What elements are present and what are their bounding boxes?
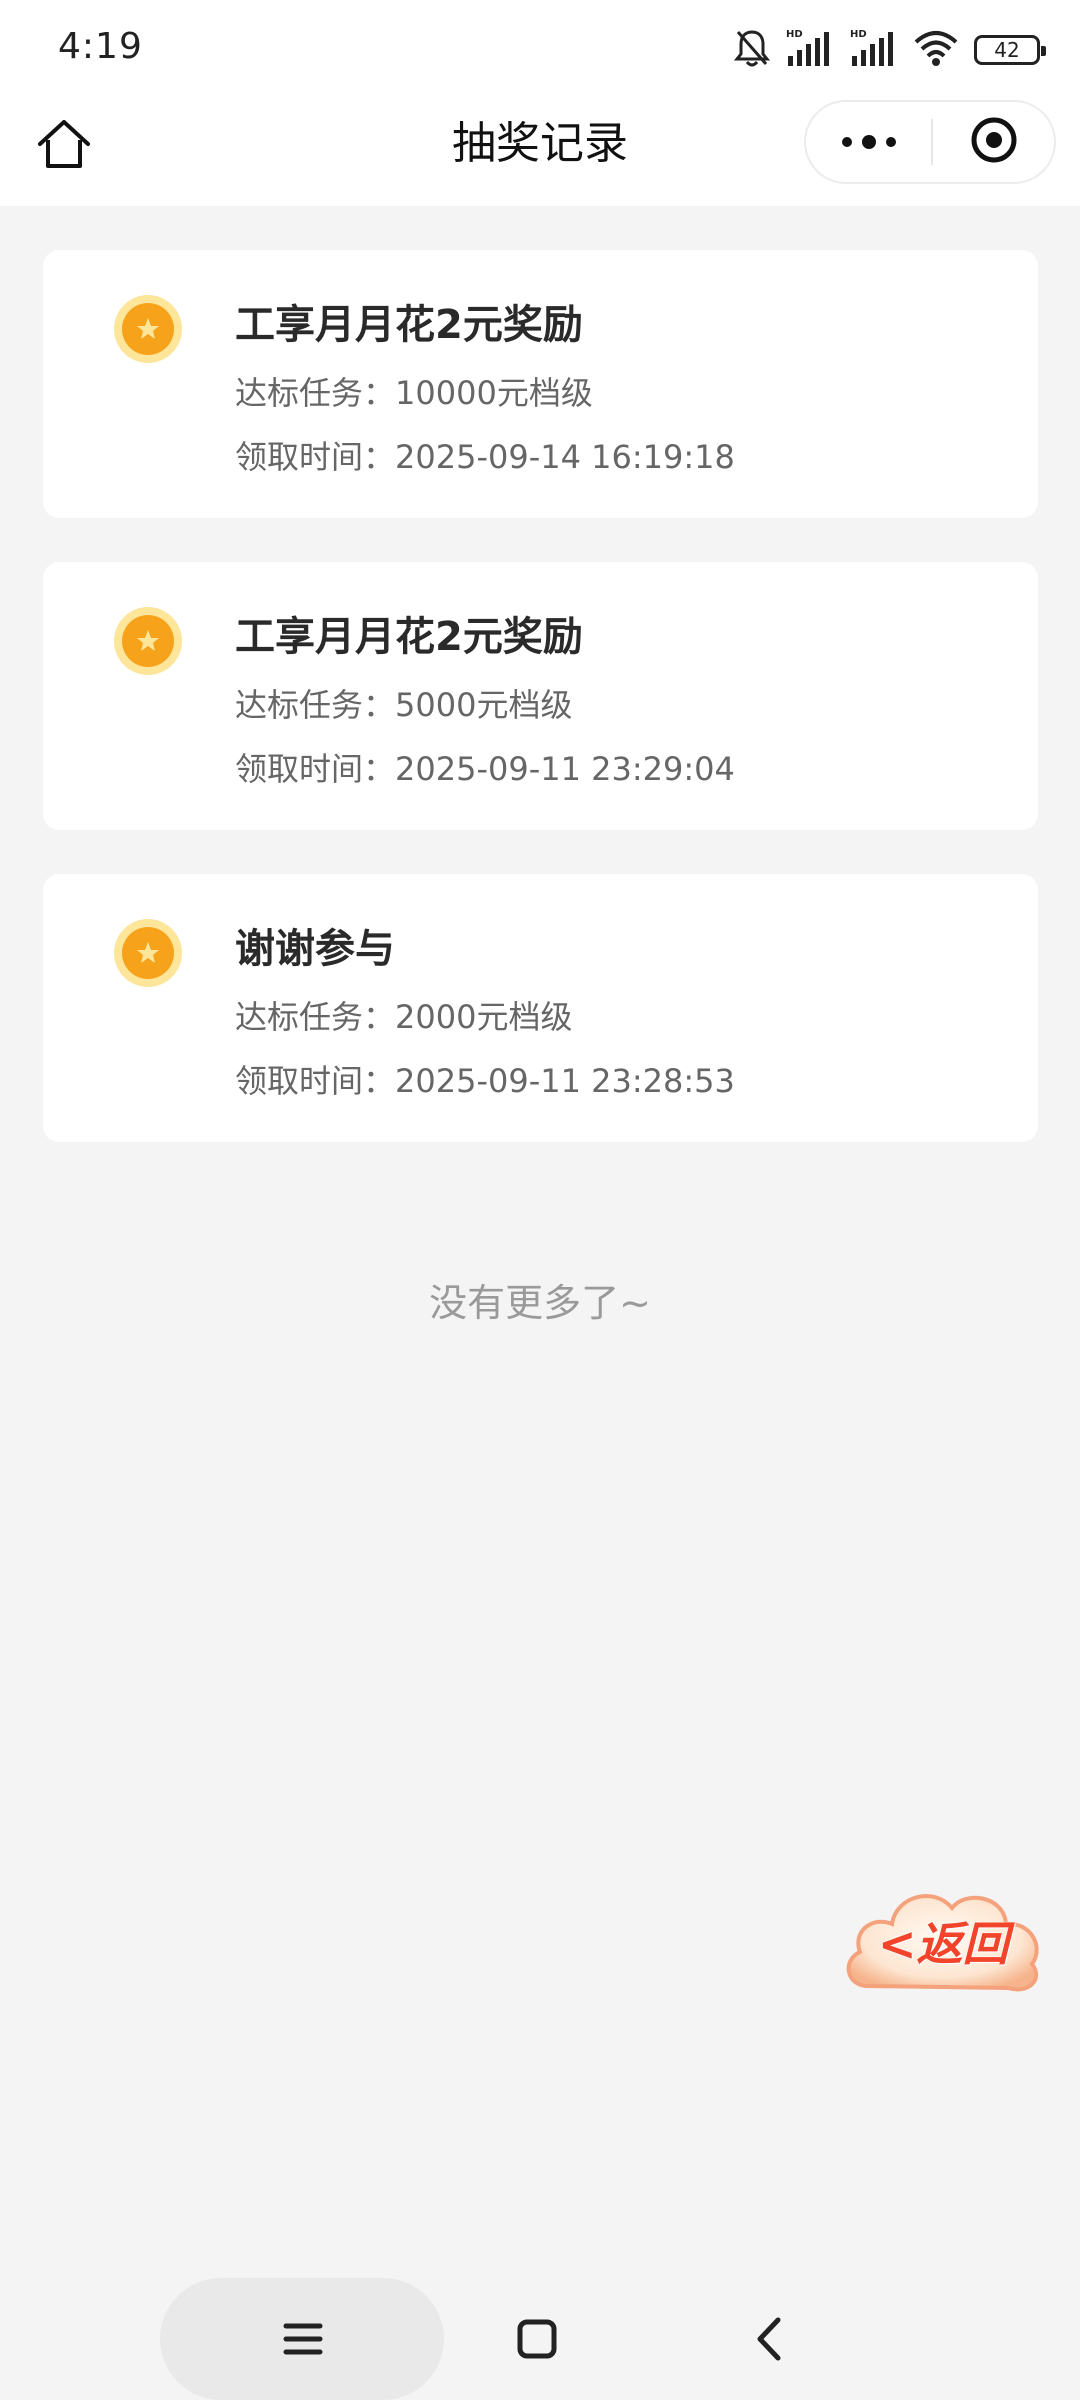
task-value: 10000元档级 bbox=[395, 374, 593, 412]
nav-bar: 抽奖记录 bbox=[0, 100, 1080, 206]
task-label: 达标任务： bbox=[235, 998, 396, 1036]
task-label: 达标任务： bbox=[235, 374, 396, 412]
task-label: 达标任务： bbox=[235, 686, 396, 724]
target-close-icon bbox=[970, 116, 1018, 168]
hd-signal-icon: HD bbox=[850, 28, 898, 72]
record-title: 工享月月花2元奖励 bbox=[235, 614, 583, 660]
time-label: 领取时间： bbox=[235, 750, 396, 788]
no-more-text: 没有更多了~ bbox=[429, 1281, 651, 1325]
record-title: 工享月月花2元奖励 bbox=[235, 302, 583, 348]
medal-star-icon bbox=[113, 294, 183, 364]
record-card: 谢谢参与 达标任务：2000元档级 领取时间：2025-09-11 23:28:… bbox=[43, 874, 1038, 1142]
record-card: 工享月月花2元奖励 达标任务：10000元档级 领取时间：2025-09-14 … bbox=[43, 250, 1038, 518]
bell-muted-icon bbox=[733, 28, 771, 72]
medal-star-icon bbox=[113, 918, 183, 988]
task-value: 2000元档级 bbox=[395, 998, 573, 1036]
record-task: 达标任务：10000元档级 bbox=[235, 368, 593, 414]
close-button[interactable] bbox=[933, 102, 1054, 182]
record-time: 领取时间：2025-09-14 16:19:18 bbox=[235, 432, 735, 478]
medal-star-icon bbox=[113, 606, 183, 676]
time-label: 领取时间： bbox=[235, 438, 396, 476]
more-button[interactable] bbox=[806, 102, 931, 182]
record-list: 工享月月花2元奖励 达标任务：10000元档级 领取时间：2025-09-14 … bbox=[43, 250, 1038, 1186]
time-value: 2025-09-14 16:19:18 bbox=[395, 438, 735, 476]
record-card: 工享月月花2元奖励 达标任务：5000元档级 领取时间：2025-09-11 2… bbox=[43, 562, 1038, 830]
task-value: 5000元档级 bbox=[395, 686, 573, 724]
mini-program-capsule bbox=[804, 100, 1056, 184]
float-back-button[interactable]: <返回 bbox=[838, 1868, 1048, 2008]
menu-lines-icon bbox=[278, 2323, 328, 2368]
record-time: 领取时间：2025-09-11 23:28:53 bbox=[235, 1056, 735, 1102]
status-time: 4:19 bbox=[58, 26, 143, 67]
time-value: 2025-09-11 23:29:04 bbox=[395, 750, 735, 788]
status-icons: HD HD 42 bbox=[733, 28, 1046, 72]
back-system-button[interactable] bbox=[746, 2314, 796, 2364]
chevron-left-icon bbox=[746, 2317, 796, 2368]
status-bar: 4:19 HD HD 42 bbox=[0, 0, 1080, 100]
time-label: 领取时间： bbox=[235, 1062, 396, 1100]
hd-signal-icon: HD bbox=[786, 28, 834, 72]
more-dots-icon bbox=[841, 135, 896, 149]
svg-text:HD: HD bbox=[786, 29, 803, 40]
float-back-label: <返回 bbox=[878, 1917, 1009, 1971]
time-value: 2025-09-11 23:28:53 bbox=[395, 1062, 735, 1100]
system-nav-bar bbox=[0, 2278, 1080, 2400]
svg-text:HD: HD bbox=[850, 29, 867, 40]
wifi-icon bbox=[914, 28, 958, 72]
recent-apps-button[interactable] bbox=[278, 2314, 328, 2364]
record-title: 谢谢参与 bbox=[235, 926, 395, 972]
battery-icon: 42 bbox=[974, 35, 1046, 65]
record-time: 领取时间：2025-09-11 23:29:04 bbox=[235, 744, 735, 790]
square-icon bbox=[512, 2319, 562, 2368]
home-system-button[interactable] bbox=[512, 2314, 562, 2364]
record-task: 达标任务：2000元档级 bbox=[235, 992, 572, 1038]
record-task: 达标任务：5000元档级 bbox=[235, 680, 572, 726]
